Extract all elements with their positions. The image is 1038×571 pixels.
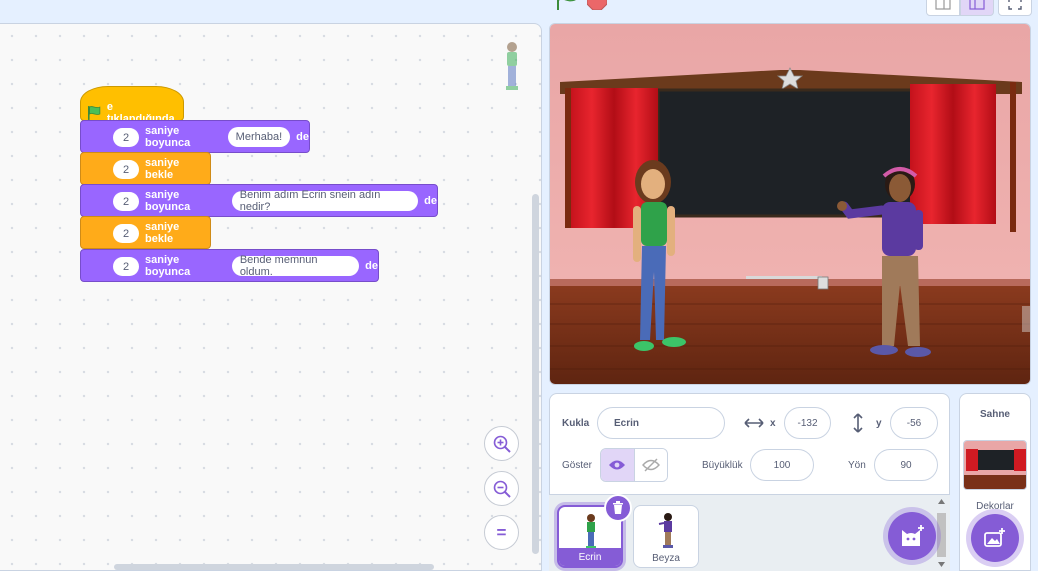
small-stage-icon bbox=[935, 0, 951, 10]
block-label: saniye boyunca bbox=[145, 253, 191, 278]
sprite-thumbnail bbox=[586, 514, 596, 549]
green-flag-icon[interactable] bbox=[555, 0, 577, 10]
add-sprite-button[interactable] bbox=[888, 512, 936, 560]
block-tail: de bbox=[424, 194, 437, 207]
zoom-in-button[interactable] bbox=[484, 426, 519, 461]
stop-icon[interactable] bbox=[587, 0, 607, 10]
backdrops-label: Dekorlar bbox=[976, 501, 1014, 512]
x-arrow-icon bbox=[744, 418, 764, 428]
message-input[interactable]: Bende memnun oldum. bbox=[231, 254, 360, 278]
eye-hidden-icon bbox=[641, 458, 660, 472]
wait-block[interactable]: 2 saniye bekle bbox=[80, 216, 211, 249]
size-input[interactable]: 100 bbox=[750, 449, 814, 481]
code-area[interactable]: e tıklandığında 2 saniye boyunca Merhaba… bbox=[0, 23, 542, 571]
stage-thumbnail[interactable] bbox=[963, 440, 1027, 490]
block-label: saniye boyunca bbox=[145, 124, 191, 149]
stage-title: Sahne bbox=[979, 409, 1010, 420]
code-vertical-scrollbar[interactable] bbox=[532, 194, 539, 554]
when-flag-clicked-block[interactable]: e tıklandığında bbox=[80, 86, 184, 125]
say-for-secs-block[interactable]: 2 saniye boyunca Merhaba! de bbox=[80, 120, 310, 153]
normal-stage-button[interactable] bbox=[960, 0, 994, 16]
trash-icon bbox=[613, 501, 623, 514]
sprite-name-input[interactable]: Ecrin bbox=[597, 407, 725, 439]
y-arrow-icon bbox=[853, 413, 863, 433]
zoom-out-icon bbox=[493, 480, 511, 498]
fullscreen-button[interactable] bbox=[998, 0, 1032, 16]
wait-block[interactable]: 2 saniye bekle bbox=[80, 152, 211, 185]
say-for-secs-block[interactable]: 2 saniye boyunca Bende memnun oldum. de bbox=[80, 249, 379, 282]
block-label: saniye bekle bbox=[145, 156, 180, 181]
sprite-name-label: Kukla bbox=[562, 418, 590, 429]
secs-input[interactable]: 2 bbox=[113, 128, 139, 147]
hide-button[interactable] bbox=[633, 449, 667, 481]
add-backdrop-button[interactable] bbox=[971, 514, 1019, 562]
sprite-thumbnail bbox=[658, 513, 673, 548]
sprite-tile-beyza[interactable]: Beyza bbox=[633, 505, 699, 568]
green-flag-icon bbox=[87, 106, 101, 120]
code-horizontal-scrollbar[interactable] bbox=[114, 564, 434, 570]
delete-sprite-button[interactable] bbox=[604, 494, 632, 522]
message-input[interactable]: Merhaba! bbox=[227, 126, 291, 147]
block-label: saniye bekle bbox=[145, 220, 180, 245]
say-for-secs-block[interactable]: 2 saniye boyunca Benim adım Ecrin snein … bbox=[80, 184, 438, 217]
show-label: Göster bbox=[562, 460, 593, 471]
message-input[interactable]: Benim adım Ecrin snein adın nedir? bbox=[231, 189, 419, 213]
block-tail: de bbox=[296, 130, 309, 143]
direction-label: Yön bbox=[848, 460, 866, 471]
secs-input[interactable]: 2 bbox=[113, 192, 139, 211]
block-label: saniye boyunca bbox=[145, 188, 191, 213]
block-tail: de bbox=[365, 259, 378, 272]
zoom-out-button[interactable] bbox=[484, 471, 519, 506]
direction-input[interactable]: 90 bbox=[874, 449, 938, 481]
y-label: y bbox=[876, 418, 882, 429]
size-label: Büyüklük bbox=[702, 460, 743, 471]
x-label: x bbox=[770, 418, 776, 429]
y-position-input[interactable]: -56 bbox=[890, 407, 938, 439]
normal-stage-icon bbox=[969, 0, 985, 10]
image-add-icon bbox=[984, 528, 1005, 547]
stage-thumbnail-image bbox=[964, 441, 1026, 489]
secs-input[interactable]: 2 bbox=[113, 257, 139, 276]
sprite-tile-name: Ecrin bbox=[559, 548, 621, 566]
secs-input[interactable]: 2 bbox=[113, 160, 139, 179]
secs-input[interactable]: 2 bbox=[113, 224, 139, 243]
small-stage-button[interactable] bbox=[926, 0, 960, 16]
x-position-input[interactable]: -132 bbox=[784, 407, 831, 439]
cat-add-icon bbox=[902, 525, 924, 546]
stage-backdrop-image bbox=[550, 24, 1030, 384]
zoom-reset-button[interactable]: = bbox=[484, 515, 519, 550]
sprite-list-scrollbar[interactable] bbox=[935, 497, 948, 569]
zoom-in-icon bbox=[493, 435, 511, 453]
eye-icon bbox=[609, 460, 626, 470]
show-button[interactable] bbox=[601, 449, 634, 481]
visibility-toggle bbox=[600, 448, 668, 482]
sprite-tile-name: Beyza bbox=[652, 552, 680, 564]
sprite-watermark-icon bbox=[506, 42, 518, 90]
fullscreen-icon bbox=[1008, 0, 1022, 10]
stage-canvas[interactable] bbox=[549, 23, 1031, 385]
